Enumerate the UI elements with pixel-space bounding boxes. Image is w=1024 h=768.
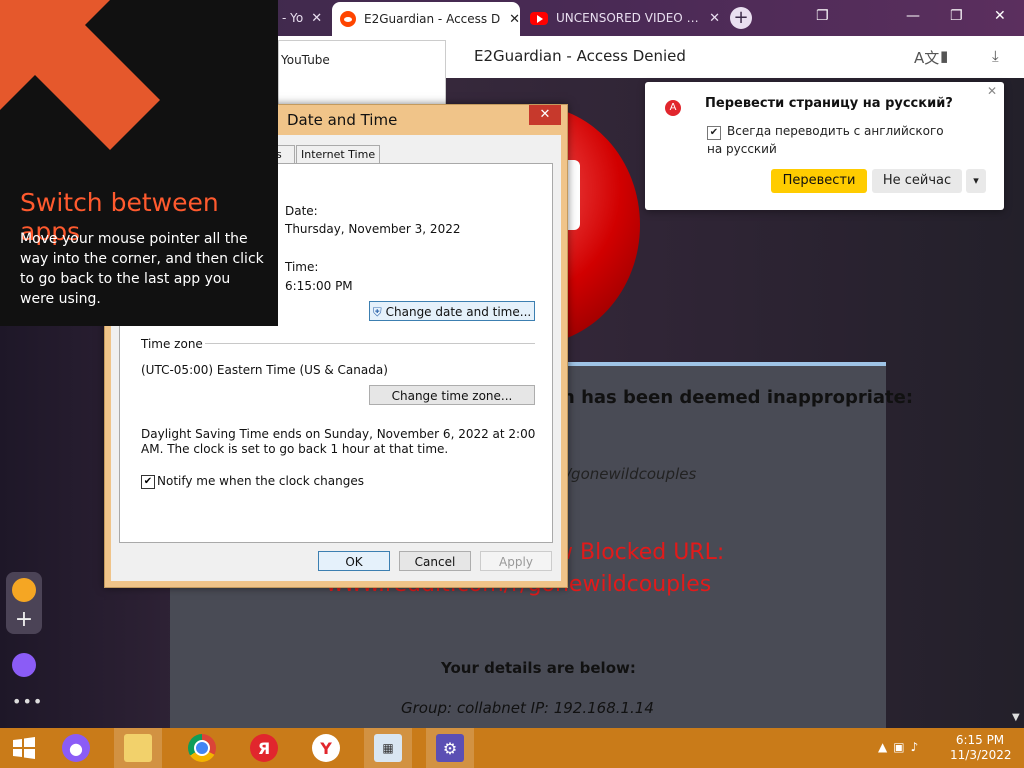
tab-uncensored-video[interactable]: UNCENSORED VIDEO (He ✕ (530, 0, 720, 36)
bookmarks-panel-icon[interactable]: ❐ (816, 8, 829, 24)
bookmark-icon[interactable]: ▮ (940, 47, 948, 65)
alice-icon: ● (62, 734, 90, 762)
youtube-preview-popup[interactable]: YouTube (278, 40, 446, 108)
switch-apps-tip: Switch between apps Move your mouse poin… (0, 0, 278, 326)
checkbox-icon[interactable]: ✔ (707, 126, 721, 140)
clock-date: 11/3/2022 (950, 748, 1012, 762)
mail-icon[interactable] (12, 578, 36, 602)
translate-always-label: Всегда переводить с английского на русск… (707, 124, 944, 156)
network-icon[interactable]: ▣ (893, 740, 910, 754)
youtube-icon (530, 11, 548, 25)
time-value: 6:15:00 PM (285, 279, 353, 293)
taskbar-clock[interactable]: 6:15 PM 11/3/2022 (950, 733, 1012, 763)
translate-title: Перевести страницу на русский? (705, 96, 953, 111)
gear-icon: ⚙ (436, 734, 464, 762)
ok-button[interactable]: OK (318, 551, 390, 571)
add-icon[interactable]: + (12, 608, 36, 632)
chevron-up-icon[interactable]: ▲ (878, 740, 893, 754)
tab-youtube[interactable]: - Yo ✕ (282, 0, 330, 36)
folder-icon (124, 734, 152, 762)
tab-date-and-time[interactable]: s (275, 145, 295, 164)
time-zone-divider (205, 343, 535, 344)
tab-internet-time[interactable]: Internet Time (296, 145, 381, 164)
translate-icon[interactable]: A文 (914, 47, 939, 68)
time-zone-heading: Time zone (141, 337, 203, 351)
tab-e2guardian[interactable]: E2Guardian - Access D ✕ (332, 2, 520, 36)
time-zone-value: (UTC-05:00) Eastern Time (US & Canada) (141, 363, 388, 377)
windows-icon (13, 737, 35, 759)
shield-icon: ⛨ (372, 305, 382, 319)
group-ip: Group: collabnet IP: 192.168.1.14 (401, 699, 654, 717)
close-icon[interactable]: ✕ (509, 12, 520, 27)
calendar-clock-icon: ▦ (374, 734, 402, 762)
tab-label: - Yo (282, 11, 304, 25)
minimize-button[interactable]: — (906, 8, 920, 24)
translate-logo-icon: A (665, 100, 681, 116)
arrow-up-left-icon (0, 0, 160, 150)
taskbar-date-time[interactable]: ▦ (364, 728, 412, 768)
taskbar-file-explorer[interactable] (114, 728, 162, 768)
close-window-button[interactable]: ✕ (994, 8, 1006, 24)
system-tray[interactable]: ▲▣♪ (878, 740, 924, 754)
change-time-zone-button[interactable]: Change time zone... (369, 385, 535, 405)
taskbar-yandex[interactable]: Я (240, 728, 288, 768)
alice-icon[interactable] (12, 653, 36, 677)
download-icon[interactable]: ⤓ (992, 47, 999, 65)
change-date-time-label: Change date and time... (385, 305, 532, 319)
time-label: Time: (285, 260, 319, 274)
change-date-time-button[interactable]: ⛨ Change date and time... (369, 301, 535, 321)
more-icon[interactable]: ••• (12, 692, 42, 716)
dialog-title: Date and Time (287, 111, 398, 129)
yandex-icon: Я (250, 734, 278, 762)
notify-label: Notify me when the clock changes (157, 474, 364, 488)
yandex-browser-icon: Y (312, 734, 340, 762)
new-tab-button[interactable]: + (730, 7, 752, 29)
apply-button[interactable]: Apply (480, 551, 552, 571)
blocked-category: /gonewildcouples (566, 465, 697, 483)
details-heading: Your details are below: (441, 659, 636, 677)
taskbar-chrome[interactable] (178, 728, 226, 768)
translate-button[interactable]: Перевести (771, 169, 867, 193)
close-icon[interactable]: ✕ (709, 11, 720, 26)
cancel-button[interactable]: Cancel (399, 551, 471, 571)
volume-icon[interactable]: ♪ (911, 740, 925, 754)
chevron-down-icon[interactable]: ▾ (966, 169, 986, 193)
close-icon[interactable]: ✕ (311, 11, 322, 26)
chrome-icon (188, 734, 216, 762)
tab-label: UNCENSORED VIDEO (He (556, 11, 702, 25)
taskbar-settings[interactable]: ⚙ (426, 728, 474, 768)
notify-checkbox[interactable]: ✔ (141, 475, 155, 489)
blocked-url-label: w Blocked URL: (555, 540, 725, 565)
blocked-heading: h has been deemed inappropriate: (562, 387, 914, 408)
reddit-icon (340, 11, 356, 27)
dst-text: Daylight Saving Time ends on Sunday, Nov… (141, 427, 536, 456)
restore-button[interactable]: ❐ (950, 8, 963, 24)
close-icon[interactable]: ✕ (987, 84, 997, 98)
taskbar-alice[interactable]: ● (52, 728, 100, 768)
clock-time: 6:15 PM (955, 733, 1005, 747)
date-label: Date: (285, 204, 318, 218)
taskbar-yandex-browser[interactable]: Y (302, 728, 350, 768)
start-button[interactable] (0, 728, 48, 768)
translate-popup: A Перевести страницу на русский? ✕ ✔ Всег… (645, 82, 1004, 210)
page-title: E2Guardian - Access Denied (474, 47, 686, 65)
youtube-preview-title: YouTube (281, 53, 330, 67)
scroll-down-icon[interactable]: ▼ (1012, 712, 1020, 723)
not-now-button[interactable]: Не сейчас (872, 169, 962, 193)
dialog-close-button[interactable]: ✕ (529, 105, 561, 125)
translate-always-row[interactable]: ✔ Всегда переводить с английского на русс… (707, 122, 947, 158)
taskbar: ● Я Y ▦ ⚙ (0, 728, 1024, 768)
date-value: Thursday, November 3, 2022 (285, 222, 461, 236)
tab-label: E2Guardian - Access D (364, 12, 501, 26)
switch-apps-description: Move your mouse pointer all the way into… (20, 231, 264, 307)
